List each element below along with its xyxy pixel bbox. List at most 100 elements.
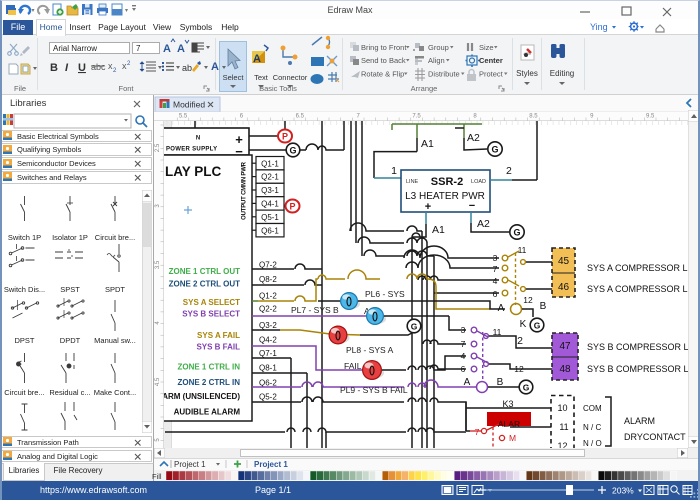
svg-text:4: 4: [493, 276, 498, 286]
svg-text:abc: abc: [91, 62, 106, 72]
svg-text:4: 4: [461, 351, 466, 361]
svg-text:2: 2: [517, 335, 523, 347]
svg-text:Isolator 1P: Isolator 1P: [52, 233, 88, 242]
svg-text:2: 2: [113, 68, 117, 74]
svg-text:A: A: [253, 53, 261, 65]
svg-text:6: 6: [493, 289, 498, 299]
svg-text:Q4-1: Q4-1: [261, 200, 279, 209]
svg-text:203%: 203%: [612, 486, 634, 496]
svg-text:1: 1: [391, 165, 397, 177]
svg-text:Distribute: Distribute: [428, 70, 460, 79]
svg-text:OUTPUT CMMN PWR: OUTPUT CMMN PWR: [242, 161, 248, 220]
svg-text:7: 7: [493, 264, 498, 274]
svg-text:7.5: 7.5: [412, 114, 421, 120]
svg-text:ab: ab: [182, 63, 192, 73]
svg-text:8.5: 8.5: [529, 114, 538, 120]
svg-text:SSR-2: SSR-2: [431, 176, 463, 188]
svg-text:3.5: 3.5: [155, 260, 161, 269]
svg-text:9.5: 9.5: [646, 114, 655, 120]
svg-text:A: A: [163, 43, 171, 55]
svg-text:7: 7: [475, 427, 480, 437]
svg-text:45: 45: [558, 256, 570, 267]
svg-text:POWER SUPPLY: POWER SUPPLY: [166, 147, 217, 153]
svg-text:G: G: [523, 383, 530, 393]
svg-text:Q1-2: Q1-2: [259, 292, 277, 301]
svg-text:Q7-2: Q7-2: [259, 261, 277, 270]
svg-text:ALARM: ALARM: [624, 416, 655, 426]
svg-text:A1: A1: [421, 138, 434, 150]
svg-text:A: A: [464, 377, 471, 388]
svg-text:Q6-1: Q6-1: [261, 226, 279, 235]
svg-text:M: M: [509, 433, 516, 443]
svg-text:Q3-1: Q3-1: [261, 186, 279, 195]
svg-text:Modified: Modified: [173, 100, 205, 110]
svg-text:Q7-1: Q7-1: [259, 349, 277, 358]
svg-text:PL8 - SYS A: PL8 - SYS A: [346, 345, 394, 355]
svg-text:Make Cont...: Make Cont...: [94, 388, 137, 397]
svg-text:A1: A1: [432, 224, 445, 236]
svg-text:A2: A2: [467, 132, 480, 144]
svg-text:2.5: 2.5: [155, 143, 161, 152]
svg-text:SYS A COMPRESSOR L: SYS A COMPRESSOR L: [587, 284, 688, 294]
svg-text:Switch Dis...: Switch Dis...: [4, 285, 45, 294]
svg-text:Align: Align: [428, 56, 445, 65]
svg-text:Send to Back: Send to Back: [361, 56, 406, 65]
svg-text:7: 7: [461, 339, 466, 349]
svg-text:SYS A SELECT: SYS A SELECT: [183, 298, 240, 307]
svg-text:LOAD: LOAD: [471, 179, 486, 185]
svg-text:SYS B SELECT: SYS B SELECT: [182, 310, 240, 319]
svg-text:PL7 - SYS B: PL7 - SYS B: [291, 305, 339, 315]
svg-text:A: A: [177, 43, 185, 55]
svg-text:47: 47: [559, 341, 571, 352]
svg-text:SPST: SPST: [60, 285, 80, 294]
svg-text:SYS B FAIL: SYS B FAIL: [196, 343, 240, 352]
svg-text:3: 3: [493, 253, 498, 263]
svg-text:N / C: N / C: [583, 423, 601, 432]
svg-text:46: 46: [558, 282, 570, 293]
svg-text:A: A: [498, 303, 505, 314]
svg-text:N / O: N / O: [583, 439, 602, 448]
svg-text:DPST: DPST: [14, 336, 34, 345]
svg-text:2: 2: [506, 165, 512, 177]
svg-text:SYS A COMPRESSOR L: SYS A COMPRESSOR L: [587, 263, 688, 273]
svg-text:12: 12: [523, 295, 533, 305]
svg-text:G: G: [534, 321, 541, 331]
svg-text:Group: Group: [428, 43, 449, 52]
svg-text:DRYCONTACT: DRYCONTACT: [624, 432, 686, 442]
svg-text:11: 11: [559, 422, 568, 432]
svg-text:48: 48: [559, 364, 571, 375]
svg-text:SYS B COMPRESSOR L: SYS B COMPRESSOR L: [587, 342, 689, 352]
svg-text:P: P: [282, 132, 288, 142]
svg-text:12: 12: [514, 364, 524, 374]
svg-text:G: G: [513, 228, 520, 238]
svg-text:ZONE 2 CTRL OUT: ZONE 2 CTRL OUT: [169, 280, 241, 289]
svg-text:+: +: [425, 201, 431, 213]
svg-text:Q8-1: Q8-1: [259, 364, 277, 373]
svg-text:6: 6: [461, 364, 466, 374]
svg-text:G: G: [289, 146, 296, 156]
svg-text:SYS B COMPRESSOR L: SYS B COMPRESSOR L: [587, 364, 689, 374]
svg-text:SYS A FAIL: SYS A FAIL: [197, 331, 240, 340]
svg-text:Q2-1: Q2-1: [261, 173, 279, 182]
svg-text:U: U: [78, 62, 86, 74]
svg-text:Q2-2: Q2-2: [259, 305, 277, 314]
svg-text:Manual sw...: Manual sw...: [94, 336, 136, 345]
svg-text:LINE: LINE: [406, 179, 419, 185]
svg-text:DPDT: DPDT: [60, 336, 81, 345]
svg-text:Q8-2: Q8-2: [259, 275, 277, 284]
svg-text:A2: A2: [477, 218, 490, 230]
svg-text:ZONE 2 CTRL IN: ZONE 2 CTRL IN: [177, 378, 240, 387]
svg-text:Bring to Front: Bring to Front: [361, 43, 407, 52]
svg-text:ARM (UNSILENCED): ARM (UNSILENCED): [162, 392, 240, 401]
svg-text:PL6 - SYS: PL6 - SYS: [365, 289, 405, 299]
svg-text:G: G: [491, 145, 498, 155]
svg-text:PL9 - SYS B FAIL: PL9 - SYS B FAIL: [340, 385, 408, 395]
svg-text:6.5: 6.5: [296, 114, 305, 120]
svg-text:A: A: [211, 61, 219, 73]
svg-text:11: 11: [493, 327, 502, 337]
svg-text:Project 1: Project 1: [174, 460, 206, 469]
svg-text:Size: Size: [479, 43, 494, 52]
svg-text:COM: COM: [583, 404, 602, 413]
svg-text:Q1-1: Q1-1: [261, 159, 279, 168]
svg-text:K: K: [520, 319, 527, 330]
